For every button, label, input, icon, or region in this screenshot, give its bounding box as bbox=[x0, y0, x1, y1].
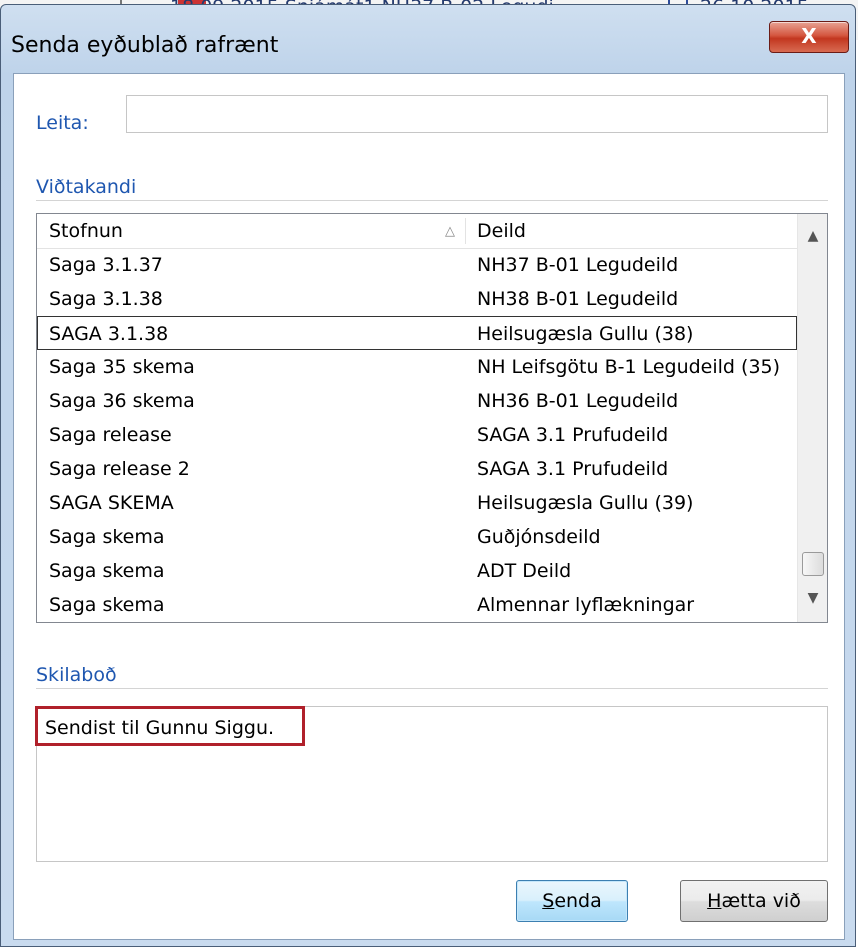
list-item[interactable]: Saga skema Almennar lyflækningar bbox=[37, 588, 797, 622]
cancel-mnemonic: H bbox=[707, 890, 722, 912]
send-mnemonic: S bbox=[542, 890, 555, 912]
cell-stofnun: Saga release 2 bbox=[49, 458, 190, 480]
column-header-stofnun[interactable]: Stofnun bbox=[49, 214, 123, 248]
cell-stofnun: Saga 35 skema bbox=[49, 356, 195, 378]
cell-deild: NH38 B-01 Legudeild bbox=[477, 288, 679, 310]
cell-stofnun: Saga 36 skema bbox=[49, 390, 195, 412]
scroll-down-icon[interactable]: ▼ bbox=[798, 586, 827, 610]
search-label: Leita: bbox=[36, 112, 89, 134]
cell-stofnun: Saga 3.1.37 bbox=[49, 254, 163, 276]
annotation-highlight-box bbox=[35, 706, 305, 746]
cancel-button[interactable]: Hætta við bbox=[680, 880, 828, 922]
column-divider[interactable] bbox=[465, 218, 466, 244]
close-button[interactable]: X bbox=[769, 21, 849, 53]
cell-deild: Heilsugæsla Gullu (38) bbox=[477, 323, 694, 345]
cell-deild: ADT Deild bbox=[477, 560, 572, 582]
sort-ascending-icon: △ bbox=[445, 224, 455, 239]
list-header: Stofnun △ Deild bbox=[37, 214, 797, 249]
dialog-title: Senda eyðublað rafrænt bbox=[11, 33, 279, 58]
cell-deild: NH36 B-01 Legudeild bbox=[477, 390, 679, 412]
cell-deild: NH37 B-01 Legudeild bbox=[477, 254, 679, 276]
cell-deild: NH Leifsgötu B-1 Legudeild (35) bbox=[477, 356, 781, 378]
list-item[interactable]: Saga release 2 SAGA 3.1 Prufudeild bbox=[37, 452, 797, 486]
cell-stofnun: Saga skema bbox=[49, 526, 165, 548]
scroll-thumb[interactable] bbox=[802, 552, 824, 576]
recipient-list[interactable]: Stofnun △ Deild Saga 3.1.37 NH37 B-01 Leg… bbox=[36, 213, 828, 623]
cell-deild: Guðjónsdeild bbox=[477, 526, 601, 548]
close-icon: X bbox=[801, 24, 817, 48]
send-button[interactable]: Senda bbox=[516, 880, 628, 922]
message-divider bbox=[36, 688, 828, 689]
search-input[interactable] bbox=[126, 95, 828, 133]
list-item[interactable]: SAGA 3.1.38 Heilsugæsla Gullu (38) bbox=[37, 316, 797, 350]
recipient-section-label: Viðtakandi bbox=[36, 176, 137, 198]
cell-stofnun: SAGA SKEMA bbox=[49, 492, 174, 514]
message-section-label: Skilaboð bbox=[36, 664, 117, 686]
cell-stofnun: Saga release bbox=[49, 424, 172, 446]
cell-stofnun: Saga 3.1.38 bbox=[49, 288, 163, 310]
column-header-deild[interactable]: Deild bbox=[477, 214, 526, 248]
cell-stofnun: Saga skema bbox=[49, 560, 165, 582]
recipient-divider bbox=[36, 200, 828, 201]
list-item[interactable]: Saga 3.1.37 NH37 B-01 Legudeild bbox=[37, 248, 797, 282]
cell-stofnun: SAGA 3.1.38 bbox=[49, 323, 169, 345]
list-item[interactable]: Saga 36 skema NH36 B-01 Legudeild bbox=[37, 384, 797, 418]
list-item[interactable]: SAGA SKEMA Heilsugæsla Gullu (39) bbox=[37, 486, 797, 520]
list-item[interactable]: Saga skema ADT Deild bbox=[37, 554, 797, 588]
list-item[interactable]: Saga 35 skema NH Leifsgötu B-1 Legudeild … bbox=[37, 350, 797, 384]
list-item[interactable]: Saga skema Guðjónsdeild bbox=[37, 520, 797, 554]
list-item[interactable]: Saga release SAGA 3.1 Prufudeild bbox=[37, 418, 797, 452]
cell-stofnun: Saga skema bbox=[49, 594, 165, 616]
send-label: enda bbox=[554, 890, 602, 912]
cell-deild: Almennar lyflækningar bbox=[477, 594, 695, 616]
cancel-label: ætta við bbox=[721, 890, 801, 912]
vertical-scrollbar[interactable]: ▲ ▼ bbox=[797, 214, 827, 622]
list-item[interactable]: Saga 3.1.38 NH38 B-01 Legudeild bbox=[37, 282, 797, 316]
list-rows: Saga 3.1.37 NH37 B-01 Legudeild Saga 3.1.3… bbox=[37, 248, 797, 622]
cell-deild: SAGA 3.1 Prufudeild bbox=[477, 424, 669, 446]
cell-deild: Heilsugæsla Gullu (39) bbox=[477, 492, 694, 514]
scroll-up-icon[interactable]: ▲ bbox=[798, 224, 827, 248]
cell-deild: SAGA 3.1 Prufudeild bbox=[477, 458, 669, 480]
